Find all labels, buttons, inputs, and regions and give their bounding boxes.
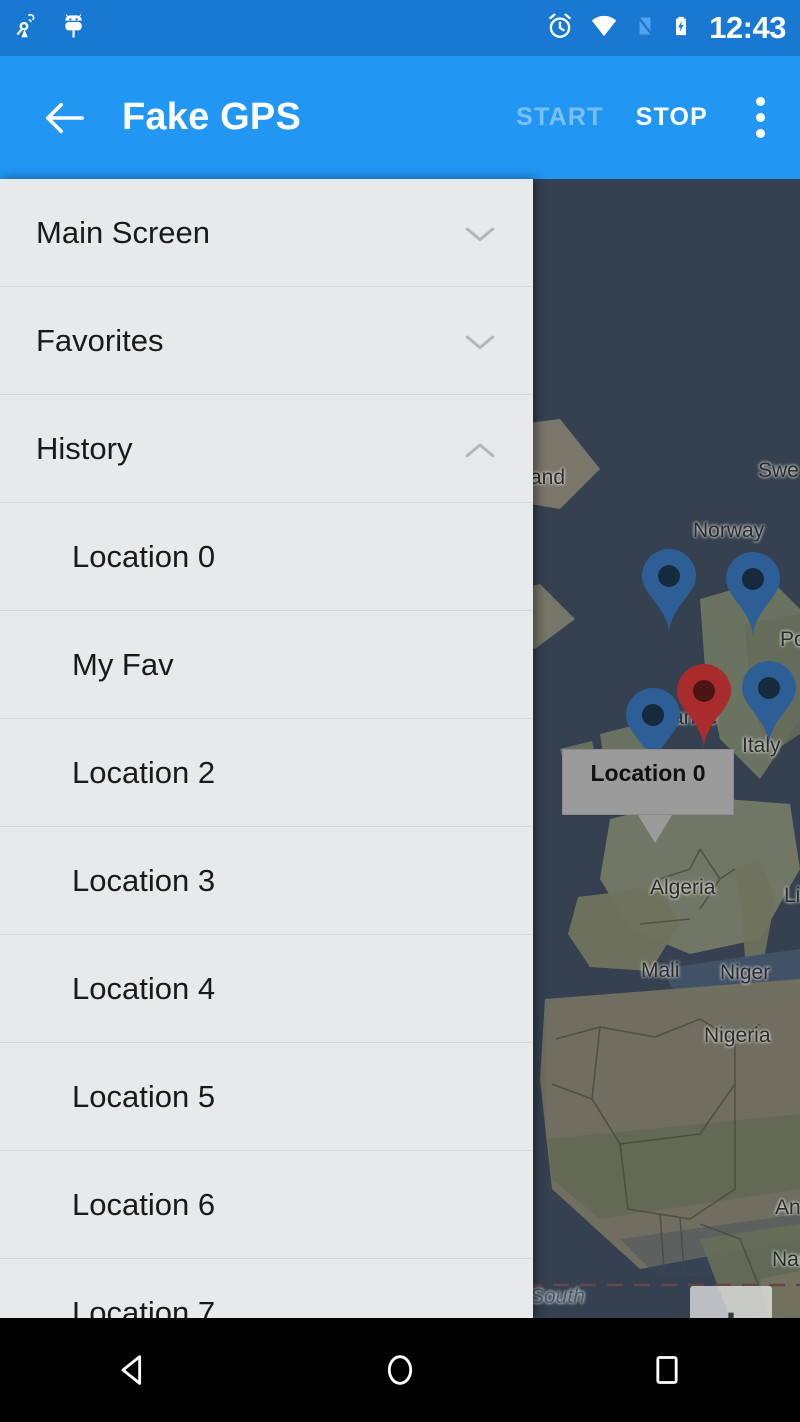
map-label: Nigeria (704, 1024, 771, 1047)
drawer-item-label: My Fav (72, 646, 174, 682)
app-bar: Fake GPS START STOP (0, 56, 800, 179)
start-button[interactable]: START (500, 103, 619, 132)
drawer-item-location-2[interactable]: Location 2 (0, 719, 533, 827)
chevron-down-icon[interactable] (463, 224, 497, 249)
nav-home-button[interactable] (340, 1318, 460, 1422)
marker-italy[interactable] (738, 660, 800, 748)
marker-norway[interactable] (722, 551, 784, 639)
battery-charging-icon (670, 11, 692, 46)
drawer-item-label: Location 6 (72, 1186, 216, 1222)
drawer-item-list: Main Screen Favorites History Location 0 My … (0, 179, 533, 1318)
alarm-icon (545, 11, 575, 46)
map-label: Lib (784, 884, 800, 907)
status-bar-right-icons: 12:43 (545, 10, 786, 46)
status-bar-clock: 12:43 (709, 10, 786, 45)
chevron-up-icon[interactable] (463, 440, 497, 465)
drawer-item-location-6[interactable]: Location 6 (0, 1151, 533, 1259)
drawer-item-location-4[interactable]: Location 4 (0, 935, 533, 1043)
back-button[interactable] (28, 99, 102, 137)
zoom-in-button[interactable] (690, 1286, 772, 1318)
drawer-item-label: Location 5 (72, 1078, 216, 1114)
map-label: Niger (720, 961, 771, 984)
map-label: Norway (693, 519, 765, 542)
map-infowindow[interactable]: Location 0 (562, 749, 734, 815)
drawer-item-label: Location 4 (72, 970, 216, 1006)
android-debug-icon (60, 11, 87, 46)
drawer-item-location-7[interactable]: Location 7 (0, 1259, 533, 1318)
drawer-item-my-fav[interactable]: My Fav (0, 611, 533, 719)
drawer-item-location-3[interactable]: Location 3 (0, 827, 533, 935)
map-label: Ang (775, 1196, 800, 1219)
drawer-item-main-screen[interactable]: Main Screen (0, 179, 533, 287)
drawer-item-favorites[interactable]: Favorites (0, 287, 533, 395)
page-title: Fake GPS (122, 96, 302, 138)
map-label: and (530, 466, 566, 489)
satellite-dish-icon (14, 11, 44, 46)
drawer-item-label: Location 3 (72, 862, 216, 898)
drawer-item-label: Location 2 (72, 754, 216, 790)
map-label: Swe (758, 459, 799, 482)
chevron-down-icon[interactable] (463, 332, 497, 357)
drawer-item-history[interactable]: History (0, 395, 533, 503)
infowindow-title: Location 0 (590, 760, 706, 786)
map-label: Mali (641, 959, 680, 982)
signal-off-icon (633, 11, 657, 46)
phone-screen: 12:43 Fake GPS START STOP and Swe Norway… (0, 0, 800, 1422)
drawer-item-label: Main Screen (36, 214, 211, 250)
drawer-item-label: History (36, 430, 133, 466)
navigation-drawer[interactable]: Main Screen Favorites History Location 0 My … (0, 179, 533, 1318)
drawer-item-location-0[interactable]: Location 0 (0, 503, 533, 611)
status-bar: 12:43 (0, 0, 800, 56)
marker-location-0[interactable] (638, 548, 700, 636)
drawer-item-location-5[interactable]: Location 5 (0, 1043, 533, 1151)
drawer-item-label: Location 7 (72, 1294, 216, 1319)
wifi-icon (588, 11, 620, 46)
nav-recents-button[interactable] (607, 1318, 727, 1422)
system-navigation-bar (0, 1318, 800, 1422)
map-label: Nami (772, 1248, 800, 1271)
app-bar-actions: START STOP (500, 97, 800, 138)
nav-back-button[interactable] (73, 1318, 193, 1422)
overflow-menu-icon[interactable] (724, 97, 782, 138)
status-bar-left-icons (14, 11, 87, 46)
stop-button[interactable]: STOP (620, 103, 724, 132)
zoom-controls (690, 1286, 772, 1318)
drawer-item-label: Location 0 (72, 538, 216, 574)
map-label: Algeria (650, 876, 716, 899)
drawer-item-label: Favorites (36, 322, 164, 358)
infowindow-tail (638, 815, 672, 843)
map-label: South (530, 1285, 585, 1308)
